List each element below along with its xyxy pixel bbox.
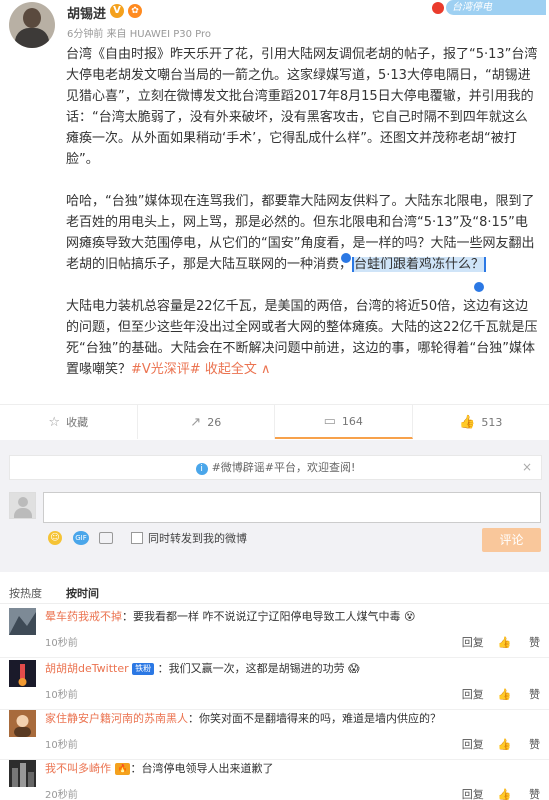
repost-checkbox[interactable] [131, 532, 143, 544]
emoji-icon[interactable]: ☺ [48, 531, 62, 545]
post-actions: ☆ 收藏 ↗ 26 ▭ 164 👍 513 [0, 404, 549, 439]
comment-text: 晕车药我戒不掉：要我看都一样 咋不说说辽宁辽阳停电导致工人煤气中毒 😵 [45, 610, 416, 623]
comment-author[interactable]: 我不叫多崎作 [45, 762, 111, 775]
comment-text: 胡胡胡deTwitter 铁粉 ：我们又赢一次，这都是胡锡进的功劳 😱 [45, 662, 360, 675]
username[interactable]: 胡锡进 [67, 3, 106, 22]
my-avatar [9, 492, 36, 519]
repost-button[interactable]: ↗ 26 [138, 405, 275, 439]
comment-item: 胡胡胡deTwitter 铁粉 ：我们又赢一次，这都是胡锡进的功劳 😱 10秒前… [0, 658, 549, 710]
comment-actions: 回复 👍 赞 [448, 686, 540, 702]
comment-time: 10秒前 [45, 638, 78, 649]
fire-badge-icon: 🔥 [114, 763, 131, 775]
comment-author[interactable]: 家住静安户籍河南的苏南黑人 [45, 712, 188, 725]
comment-avatar[interactable] [9, 660, 36, 687]
comment-author[interactable]: 晕车药我戒不掉 [45, 610, 122, 623]
comment-actions: 回复 👍 赞 [448, 786, 540, 800]
comment-box: i #微博辟谣#平台，欢迎查阅! × ☺ GIF 同时转发到我的微博 评论 [0, 440, 549, 572]
comment-time: 10秒前 [45, 690, 78, 701]
member-badge-icon: ✿ [128, 4, 142, 18]
info-icon: i [195, 463, 208, 475]
topic-stamp: 台湾停电 [428, 0, 549, 18]
post-paragraph-2: 哈哈，“台独”媒体现在连骂我们，都要靠大陆网友供料了。大陆东北限电，限到了老百姓… [66, 194, 535, 272]
comment-input[interactable] [43, 492, 541, 523]
star-icon: ☆ [48, 414, 61, 430]
like-button[interactable]: 赞 [529, 688, 540, 701]
comment-item: 晕车药我戒不掉：要我看都一样 咋不说说辽宁辽阳停电导致工人煤气中毒 😵 10秒前… [0, 606, 549, 658]
comment-time: 20秒前 [45, 790, 78, 800]
post-paragraph-1: 台湾《自由时报》昨天乐开了花，引用大陆网友调侃老胡的帖子，报了“5·13”台湾大… [66, 47, 538, 167]
thumbs-up-icon[interactable]: 👍 [498, 788, 512, 800]
tab-sort-time[interactable]: 按时间 [66, 585, 99, 601]
thumbs-up-icon[interactable]: 👍 [498, 738, 512, 751]
post-paragraph-3: 大陆电力装机总容量是22亿千瓦，是美国的两倍，台湾的将近50倍，这边有这边的问题… [66, 299, 538, 377]
post-content: 台湾《自由时报》昨天乐开了花，引用大陆网友调侃老胡的帖子，报了“5·13”台湾大… [66, 44, 540, 401]
like-button[interactable]: 赞 [529, 738, 540, 751]
stamp-dot-icon [432, 2, 444, 14]
reply-button[interactable]: 回复 [462, 738, 484, 751]
avatar[interactable] [9, 2, 55, 48]
tab-sort-hot[interactable]: 按热度 [9, 585, 42, 601]
submit-comment-button[interactable]: 评论 [482, 528, 541, 552]
comment-avatar[interactable] [9, 608, 36, 635]
comment-text: 家住静安户籍河南的苏南黑人：你笑对面不是翻墙得来的吗，难道是墙内供应的？ [45, 712, 441, 725]
repost-label: 同时转发到我的微博 [148, 532, 247, 545]
close-icon[interactable]: × [522, 456, 532, 479]
stamp-text: 台湾停电 [446, 0, 546, 15]
comment-time: 10秒前 [45, 740, 78, 751]
selected-text[interactable]: 台蛙们跟着鸡冻什么？ [352, 257, 487, 272]
like-button[interactable]: 赞 [529, 788, 540, 800]
comment-tab-button[interactable]: ▭ 164 [275, 405, 413, 439]
selection-end-handle[interactable] [474, 282, 484, 292]
verified-badge-icon: V [110, 4, 124, 18]
collapse-icon: ∧ [261, 362, 271, 377]
post-header: 胡锡进 V ✿ 6分钟前 来自 HUAWEI P30 Pro 台湾停电 [0, 0, 549, 48]
comment-item: 我不叫多崎作 🔥 ：台湾停电领导人出来道歉了 20秒前 回复 👍 赞 [0, 758, 549, 800]
gif-icon[interactable]: GIF [73, 531, 89, 545]
comment-author[interactable]: 胡胡胡deTwitter [45, 662, 129, 675]
comment-actions: 回复 👍 赞 [448, 736, 540, 752]
reply-button[interactable]: 回复 [462, 788, 484, 800]
post-time: 6分钟前 [67, 29, 104, 40]
fan-badge: 铁粉 [132, 663, 155, 675]
hashtag-link[interactable]: #V光深评# [131, 362, 201, 377]
thumbs-up-icon[interactable]: 👍 [498, 636, 512, 649]
post-source: 来自 HUAWEI P30 Pro [106, 29, 212, 40]
reply-button[interactable]: 回复 [462, 636, 484, 649]
emoji-icon: 😵 [404, 610, 416, 623]
comment-icon: ▭ [323, 413, 336, 429]
comment-avatar[interactable] [9, 710, 36, 737]
collapse-link[interactable]: 收起全文 ∧ [205, 362, 271, 377]
repost-icon: ↗ [190, 414, 202, 430]
thumbs-up-icon[interactable]: 👍 [498, 688, 512, 701]
post-meta: 6分钟前 来自 HUAWEI P30 Pro [67, 25, 211, 40]
reply-button[interactable]: 回复 [462, 688, 484, 701]
notice-banner[interactable]: i #微博辟谣#平台，欢迎查阅! × [9, 455, 542, 480]
comment-avatar[interactable] [9, 760, 36, 787]
favorite-button[interactable]: ☆ 收藏 [0, 405, 138, 439]
image-icon[interactable] [99, 532, 113, 544]
emoji-icon: 😱 [348, 662, 360, 675]
like-button[interactable]: 👍 513 [413, 405, 549, 439]
comment-item: 家住静安户籍河南的苏南黑人：你笑对面不是翻墙得来的吗，难道是墙内供应的？ 10秒… [0, 708, 549, 760]
selection-start-handle[interactable] [341, 253, 351, 263]
like-button[interactable]: 赞 [529, 636, 540, 649]
comment-text: 我不叫多崎作 🔥 ：台湾停电领导人出来道歉了 [45, 762, 274, 775]
sort-tabs: 按热度 按时间 [0, 580, 549, 604]
thumbs-up-icon: 👍 [459, 414, 476, 430]
comment-actions: 回复 👍 赞 [448, 634, 540, 650]
